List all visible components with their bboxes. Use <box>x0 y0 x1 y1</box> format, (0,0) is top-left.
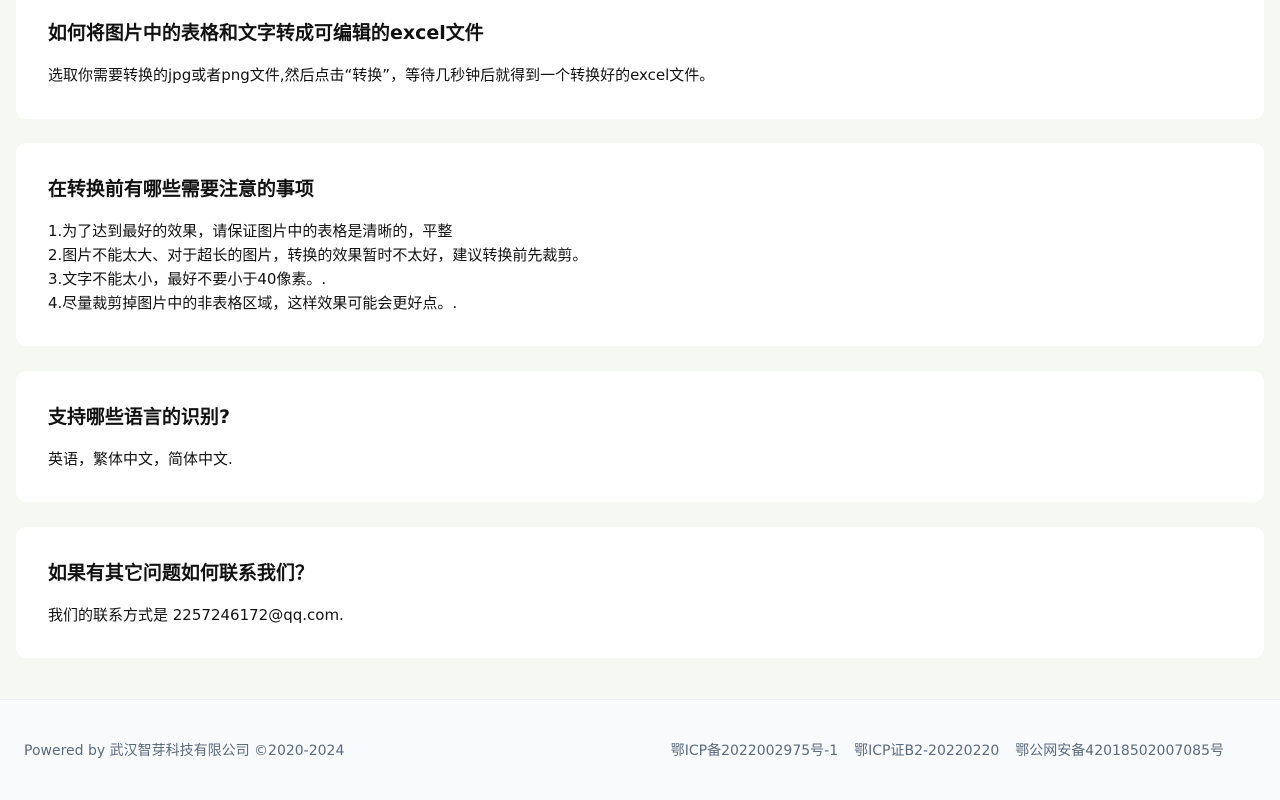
faq-answer: 我们的联系方式是 2257246172@qq.com. <box>48 606 344 624</box>
faq-answer-line: 3.文字不能太小，最好不要小于40像素。. <box>48 270 327 288</box>
faq-question: 如果有其它问题如何联系我们？ <box>48 562 315 584</box>
faq-answer-list: 1.为了达到最好的效果，请保证图片中的表格是清晰的，平整 2.图片不能太大、对于… <box>48 219 587 315</box>
faq-question: 支持哪些语言的识别? <box>48 406 231 428</box>
faq-page: 如何将图片中的表格和文字转成可编辑的excel文件 选取你需要转换的jpg或者p… <box>0 0 1280 800</box>
footer-link-public-security[interactable]: 鄂公网安备42018502007085号 <box>1015 741 1224 761</box>
faq-answer-line: 2.图片不能太大、对于超长的图片，转换的效果暂时不太好，建议转换前先裁剪。 <box>48 246 588 264</box>
faq-question: 如何将图片中的表格和文字转成可编辑的excel文件 <box>48 22 484 44</box>
footer-link-icp[interactable]: 鄂ICP备2022002975号-1 <box>671 741 838 761</box>
faq-card-convert: 如何将图片中的表格和文字转成可编辑的excel文件 选取你需要转换的jpg或者p… <box>16 0 1264 119</box>
faq-answer: 选取你需要转换的jpg或者png文件,然后点击“转换”，等待几秒钟后就得到一个转… <box>48 66 715 84</box>
faq-card-languages: 支持哪些语言的识别? 英语，繁体中文，简体中文. <box>16 371 1264 502</box>
footer-links: 鄂ICP备2022002975号-1 鄂ICP证B2-20220220 鄂公网安… <box>671 741 1224 761</box>
faq-answer-line: 1.为了达到最好的效果，请保证图片中的表格是清晰的，平整 <box>48 222 453 240</box>
faq-answer-line: 4.尽量裁剪掉图片中的非表格区域，这样效果可能会更好点。. <box>48 294 458 312</box>
faq-question: 在转换前有哪些需要注意的事项 <box>48 178 315 200</box>
faq-card-notes: 在转换前有哪些需要注意的事项 1.为了达到最好的效果，请保证图片中的表格是清晰的… <box>16 143 1264 346</box>
site-footer: Powered by 武汉智芽科技有限公司 ©2020-2024 鄂ICP备20… <box>0 699 1280 800</box>
footer-copyright: Powered by 武汉智芽科技有限公司 ©2020-2024 <box>24 743 345 759</box>
faq-answer: 英语，繁体中文，简体中文. <box>48 450 233 468</box>
footer-link-icp-license[interactable]: 鄂ICP证B2-20220220 <box>854 741 999 761</box>
faq-card-contact: 如果有其它问题如何联系我们？ 我们的联系方式是 2257246172@qq.co… <box>16 527 1264 658</box>
